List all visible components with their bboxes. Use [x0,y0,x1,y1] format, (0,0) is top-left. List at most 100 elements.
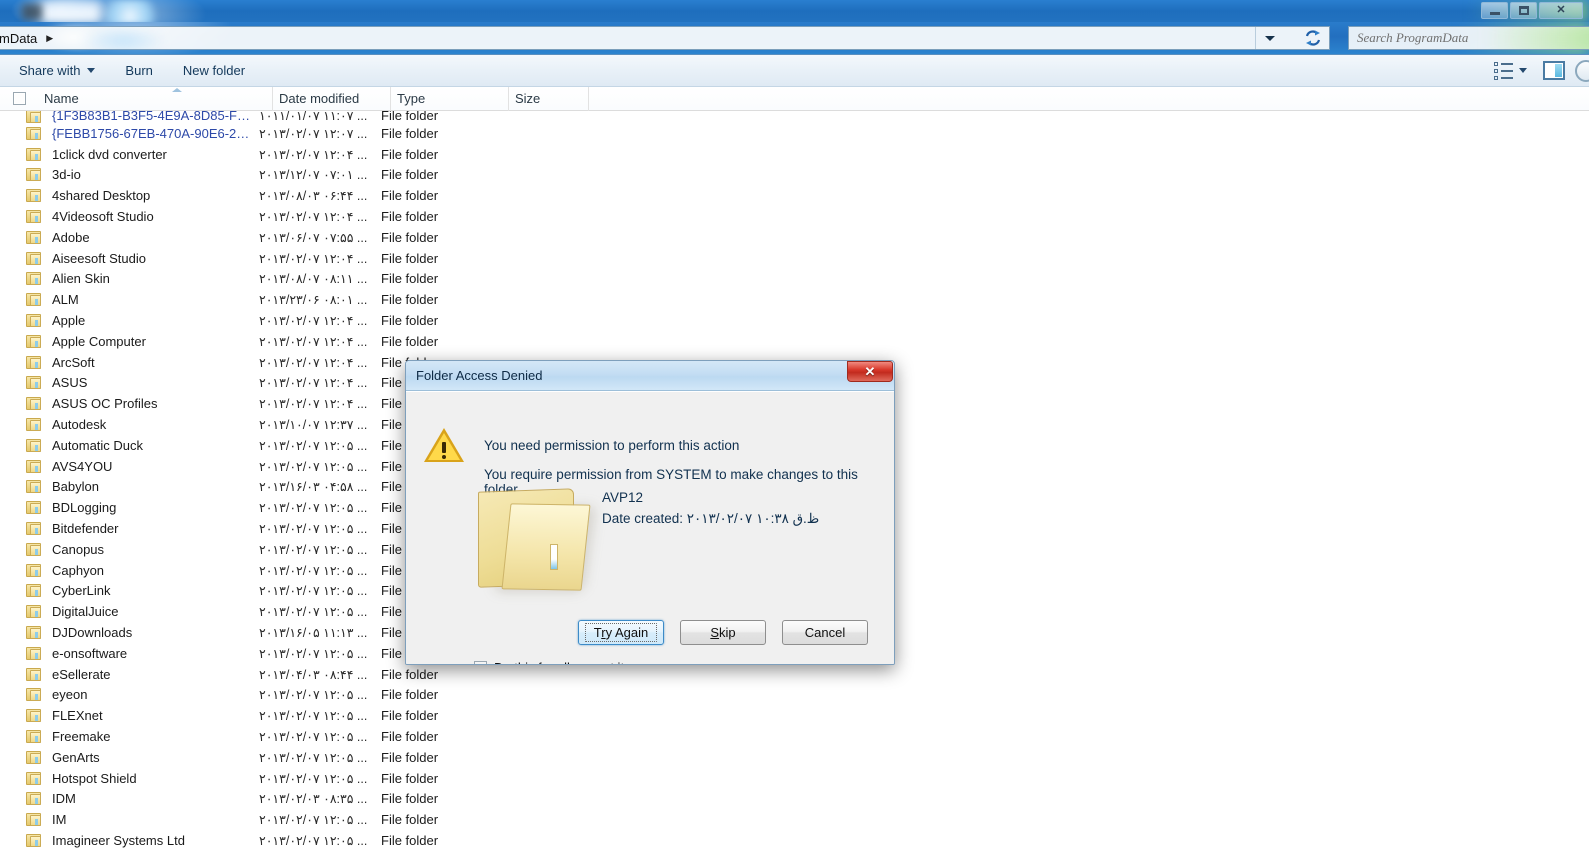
table-row[interactable]: 3d-io ۲۰۱۳/۱۲/۰۷ ۰۷:۰۱ ... File folder [0,165,1589,186]
file-name-cell[interactable]: Hotspot Shield [44,771,257,786]
maximize-button[interactable] [1510,2,1537,19]
select-all-checkbox[interactable] [0,92,38,105]
file-date-modified-cell: ۲۰۱۳/۰۲/۰۷ ۱۲:۰۵ ... [259,646,368,661]
dialog-button-row: Try Again Skip Cancel [406,620,894,645]
file-name-cell[interactable]: ALM [44,292,257,307]
table-row[interactable]: Hotspot Shield ۲۰۱۳/۰۲/۰۷ ۱۲:۰۵ ... File f… [0,768,1589,789]
table-row[interactable]: ALM ۲۰۱۳/۲۳/۰۶ ۰۸:۰۱ ... File folder [0,289,1589,310]
file-name-cell[interactable]: Caphyon [44,563,257,578]
table-row[interactable]: 1click dvd converter ۲۰۱۳/۰۲/۰۷ ۱۲:۰۴ ...… [0,144,1589,165]
chevron-down-icon [1264,35,1275,41]
file-name-cell[interactable]: CyberLink [44,583,257,598]
table-row[interactable]: IDM ۲۰۱۳/۰۲/۰۳ ۰۸:۳۵ ... File folder [0,789,1589,810]
file-name-cell[interactable]: ASUS [44,375,257,390]
file-name-cell[interactable]: {1F3B83B1-B3F5-4E9A-8D85-F7E54BE4... [44,111,257,123]
file-type-cell: File folder [381,146,439,162]
file-name-cell[interactable]: Autodesk [44,417,257,432]
column-header-type[interactable]: Type [391,86,509,111]
refresh-button[interactable] [1299,28,1327,48]
file-name-cell[interactable]: 1click dvd converter [44,147,257,162]
file-name-cell[interactable]: Automatic Duck [44,438,257,453]
folder-icon [22,293,44,307]
file-name-cell[interactable]: 3d-io [44,167,257,182]
file-name-cell[interactable]: DigitalJuice [44,604,257,619]
file-name-cell[interactable]: FLEXnet [44,708,257,723]
address-bar-glass-blob [63,27,193,49]
file-name-cell[interactable]: ASUS OC Profiles [44,396,257,411]
chevron-down-icon[interactable] [1519,68,1527,73]
address-history-dropdown-button[interactable] [1255,27,1283,49]
table-row[interactable]: Adobe ۲۰۱۳/۰۶/۰۷ ۰۷:۵۵ ... File folder [0,227,1589,248]
file-name-cell[interactable]: Apple [44,313,257,328]
breadcrumb[interactable]: mData ▶ [0,27,53,49]
file-name-cell[interactable]: Bitdefender [44,521,257,536]
search-input[interactable]: Search ProgramData [1348,26,1589,50]
table-row[interactable]: 4shared Desktop ۲۰۱۳/۰۸/۰۳ ۰۶:۴۴ ... File … [0,185,1589,206]
file-name-cell[interactable]: Babylon [44,479,257,494]
address-bar[interactable]: mData ▶ [0,26,1330,50]
column-header-name[interactable]: Name [38,86,273,111]
command-toolbar: Share with Burn New folder [0,54,1589,87]
table-row[interactable]: Alien Skin ۲۰۱۳/۰۸/۰۷ ۰۸:۱۱ ... File folde… [0,269,1589,290]
table-row[interactable]: eSellerate ۲۰۱۳/۰۴/۰۳ ۰۸:۴۴ ... File folde… [0,664,1589,685]
change-view-button[interactable] [1488,59,1533,83]
do-this-for-all-items-checkbox-row[interactable]: Do this for all current items [474,660,649,664]
folder-icon [22,397,44,411]
checkbox-icon[interactable] [474,661,487,664]
toolbar-item-new-folder[interactable]: New folder [172,59,256,82]
column-header-date-modified[interactable]: Date modified [273,86,391,111]
file-name-cell[interactable]: BDLogging [44,500,257,515]
table-row[interactable]: 4Videosoft Studio ۲۰۱۳/۰۲/۰۷ ۱۲:۰۴ ... Fil… [0,206,1589,227]
column-header-size[interactable]: Size [509,86,589,111]
table-row[interactable]: Apple Computer ۲۰۱۳/۰۲/۰۷ ۱۲:۰۴ ... File f… [0,331,1589,352]
toolbar-item-share-with[interactable]: Share with [8,59,106,82]
dialog-close-button[interactable]: ✕ [847,361,893,382]
table-row[interactable]: {FEBB1756-67EB-470A-90E6-2E5DF2EC...۲۰۱۳… [0,123,1589,144]
try-again-button[interactable]: Try Again [578,620,664,645]
folder-icon-large [478,482,597,592]
file-name-cell[interactable]: Alien Skin [44,271,257,286]
file-type-cell: File folder [381,167,439,183]
column-header-type-label: Type [397,91,426,106]
table-row[interactable]: Freemake ۲۰۱۳/۰۲/۰۷ ۱۲:۰۵ ... File folder [0,726,1589,747]
file-name-cell[interactable]: AVS4YOU [44,459,257,474]
minimize-button[interactable] [1481,2,1508,19]
file-name-cell[interactable]: Freemake [44,729,257,744]
close-window-button[interactable]: ✕ [1539,2,1583,19]
file-name-cell[interactable]: 4shared Desktop [44,188,257,203]
skip-button[interactable]: Skip [680,620,766,645]
file-name-cell[interactable]: DJDownloads [44,625,257,640]
table-row[interactable]: Apple ۲۰۱۳/۰۲/۰۷ ۱۲:۰۴ ... File folder [0,310,1589,331]
table-row[interactable]: Imagineer Systems Ltd ۲۰۱۳/۰۲/۰۷ ۱۲:۰۵ ..… [0,830,1589,851]
file-name-cell[interactable]: eSellerate [44,667,257,682]
folder-icon [22,418,44,432]
table-row[interactable]: IM ۲۰۱۳/۰۲/۰۷ ۱۲:۰۵ ... File folder [0,809,1589,830]
table-row[interactable]: eyeon ۲۰۱۳/۰۲/۰۷ ۱۲:۰۵ ... File folder [0,685,1589,706]
file-name-cell[interactable]: IM [44,812,257,827]
file-type-cell: File folder [381,666,439,682]
file-name-cell[interactable]: ArcSoft [44,355,257,370]
table-row[interactable]: FLEXnet ۲۰۱۳/۰۲/۰۷ ۱۲:۰۵ ... File folder [0,705,1589,726]
cancel-button[interactable]: Cancel [782,620,868,645]
table-row[interactable]: {1F3B83B1-B3F5-4E9A-8D85-F7E54BE4...۱۰۱۱… [0,111,1589,123]
file-name-cell[interactable]: Imagineer Systems Ltd [44,833,257,848]
breadcrumb-segment-programdata[interactable]: mData [0,31,37,46]
table-row[interactable]: Aiseesoft Studio ۲۰۱۳/۰۲/۰۷ ۱۲:۰۴ ... File… [0,248,1589,269]
help-icon[interactable] [1575,59,1589,82]
toolbar-label-burn: Burn [125,63,153,78]
file-name-cell[interactable]: IDM [44,791,257,806]
file-name-cell[interactable]: Canopus [44,542,257,557]
toolbar-item-burn[interactable]: Burn [114,59,163,82]
show-preview-pane-button[interactable] [1537,58,1571,83]
file-name-cell[interactable]: {FEBB1756-67EB-470A-90E6-2E5DF2EC... [44,126,257,141]
file-name-cell[interactable]: 4Videosoft Studio [44,209,257,224]
file-name-cell[interactable]: eyeon [44,687,257,702]
file-name-cell[interactable]: e-onsoftware [44,646,257,661]
table-row[interactable]: GenArts ۲۰۱۳/۰۲/۰۷ ۱۲:۰۵ ... File folder [0,747,1589,768]
file-name-cell[interactable]: Apple Computer [44,334,257,349]
file-name-cell[interactable]: GenArts [44,750,257,765]
file-name-cell[interactable]: Aiseesoft Studio [44,251,257,266]
folder-icon [22,667,44,681]
file-name-cell[interactable]: Adobe [44,230,257,245]
breadcrumb-chevron-right-icon[interactable]: ▶ [46,33,53,44]
